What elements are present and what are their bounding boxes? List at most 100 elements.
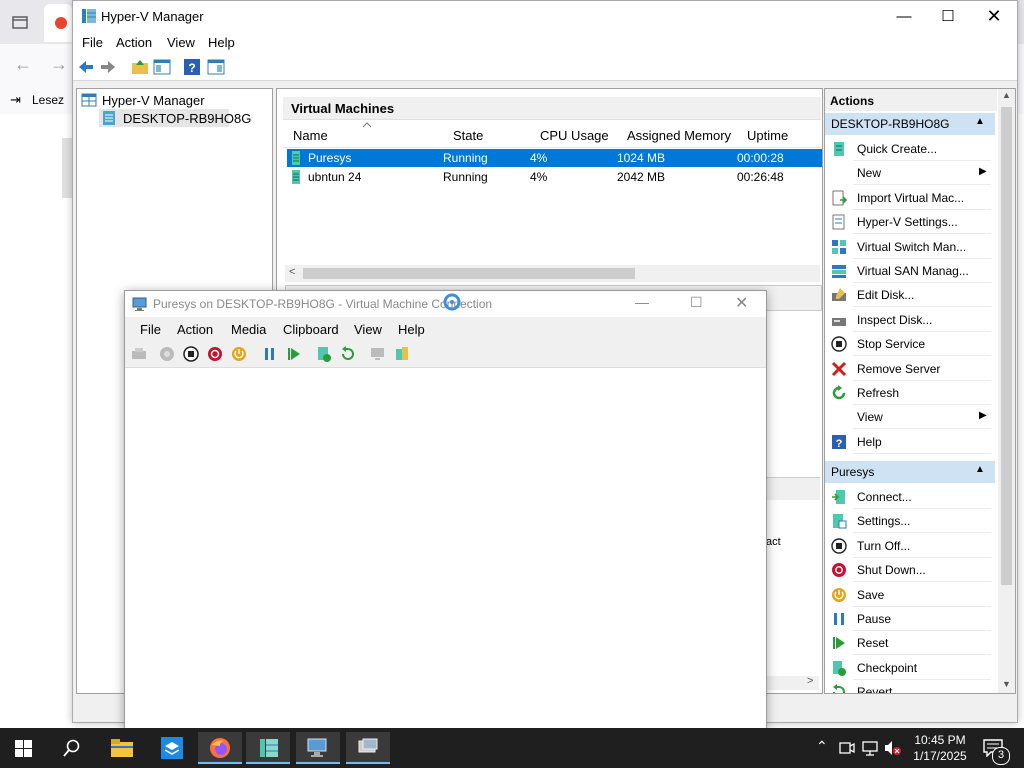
scroll-down-icon[interactable]: ▼ [1002,679,1011,689]
action-separator [853,556,991,558]
clock-date[interactable]: 1/17/2025 [910,749,970,763]
forward-arrow-icon[interactable]: → [50,54,68,75]
action-remove-server[interactable]: Remove Server [829,358,991,381]
action-checkpoint[interactable]: Checkpoint [829,657,991,680]
action-settings[interactable]: Settings... [829,510,991,534]
start-icon[interactable] [158,345,176,363]
table-row-ubntun[interactable]: ubntun 24 Running 4% 2042 MB 00:26:48 [287,168,822,186]
save-state-icon[interactable] [230,345,248,363]
turn-off-icon[interactable] [182,345,200,363]
back-arrow-icon[interactable]: ← [14,54,32,75]
action-revert[interactable]: Revert... [829,681,989,693]
checkpoint-icon[interactable] [315,345,333,363]
pause-icon[interactable] [261,345,279,363]
network-icon[interactable] [862,740,878,756]
menu-file[interactable]: File [82,35,103,50]
column-header-state[interactable]: State [453,128,483,143]
shut-down-icon[interactable] [206,345,224,363]
action-inspect-disk[interactable]: Inspect Disk... [829,309,991,332]
ctrl-alt-del-icon[interactable] [130,345,148,363]
table-row-puresys[interactable]: Puresys Running 4% 1024 MB 00:00:28 [287,149,822,167]
action-virtual-switch-man[interactable]: Virtual Switch Man... [829,236,991,259]
collapse-icon[interactable]: ▲ [975,464,985,475]
vmc-menu-view[interactable]: View [354,322,382,337]
vmc-menu-help[interactable]: Help [398,322,425,337]
action-reset[interactable]: Reset [829,632,991,656]
san-icon [832,265,846,278]
tab-overview-icon[interactable] [12,14,28,30]
enhanced-session-icon[interactable] [369,345,387,363]
scroll-left-icon[interactable]: < [289,266,295,278]
actions-scrollbar[interactable]: ▲ ▼ [998,89,1015,693]
taskbar-hyperv-manager[interactable] [246,732,290,764]
action-edit-disk[interactable]: Edit Disk... [829,284,991,308]
details-scrollbar[interactable]: > [763,675,819,690]
action-hyper-v-settings[interactable]: Hyper-V Settings... [829,211,991,235]
bookmark-reading-list[interactable]: Lesez [32,93,64,107]
action-help[interactable]: ? Help [829,431,991,454]
up-folder-icon[interactable] [131,58,149,76]
windows-start-icon[interactable] [15,740,32,757]
back-icon[interactable] [77,58,95,76]
vmc-minimize-button[interactable]: — [635,294,649,310]
taskbar-app-box[interactable] [150,732,194,764]
taskbar-vm-connection-2[interactable] [346,732,390,764]
scroll-right-icon[interactable]: > [807,675,813,687]
horizontal-scrollbar[interactable]: < [285,265,820,282]
actions-section-server[interactable]: DESKTOP-RB9HO8G ▲ [825,113,995,135]
vm-screen[interactable] [125,368,766,729]
action-shut-down[interactable]: Shut Down... [829,559,991,583]
share-icon[interactable] [393,345,411,363]
meet-now-icon[interactable] [839,740,855,756]
minimize-button[interactable]: — [881,1,927,32]
vmc-menu-media[interactable]: Media [231,322,266,337]
column-header-uptime[interactable]: Uptime [747,128,788,143]
column-header-cpu[interactable]: CPU Usage [540,128,609,143]
action-save[interactable]: Save [829,584,991,607]
vmc-maximize-button[interactable]: ☐ [690,294,703,311]
show-hidden-icons-icon[interactable]: ⌃ [816,738,828,755]
menu-view[interactable]: View [167,35,195,50]
tree-node-server[interactable]: DESKTOP-RB9HO8G [99,109,251,127]
menu-help[interactable]: Help [208,35,235,50]
close-button[interactable]: ✕ [971,1,1017,32]
collapse-icon[interactable]: ▲ [975,116,985,127]
taskbar-firefox[interactable] [198,732,242,764]
action-connect[interactable]: Connect... [829,486,991,509]
action-import-virtual-mac[interactable]: Import Virtual Mac... [829,187,991,210]
scroll-up-icon[interactable]: ▲ [1002,90,1011,100]
scrollbar-thumb[interactable] [303,268,635,279]
forward-icon[interactable] [99,58,117,76]
column-header-name[interactable]: Name [293,128,328,143]
vmc-close-button[interactable]: ✕ [735,293,748,313]
vmc-menu-clipboard[interactable]: Clipboard [283,322,339,337]
action-refresh[interactable]: Refresh [829,382,991,405]
action-pause[interactable]: Pause [829,608,991,631]
menu-action[interactable]: Action [116,35,152,50]
help-toolbar-icon[interactable]: ? [183,58,201,76]
action-stop-service[interactable]: Stop Service [829,333,991,357]
show-hide-console-tree-icon[interactable] [153,58,171,76]
taskbar-vm-connection[interactable] [296,732,340,764]
revert-icon[interactable] [339,345,357,363]
taskbar-file-explorer[interactable] [100,732,144,764]
action-separator [853,452,991,454]
scrollbar-thumb[interactable] [1001,107,1012,585]
vmc-menu-action[interactable]: Action [177,322,213,337]
action-virtual-san-manag[interactable]: Virtual SAN Manag... [829,260,991,283]
reset-icon[interactable] [285,345,303,363]
show-hide-action-pane-icon[interactable] [207,58,225,76]
maximize-button[interactable]: ☐ [925,1,971,32]
action-quick-create[interactable]: Quick Create... [829,138,991,161]
browser-tab[interactable] [44,4,72,42]
hyperv-taskbar-icon [260,739,278,757]
vmc-menu-file[interactable]: File [140,322,161,337]
clock-time[interactable]: 10:45 PM [913,733,967,747]
search-icon[interactable] [63,739,81,757]
actions-section-vm[interactable]: Puresys ▲ [825,461,995,483]
volume-muted-icon[interactable] [884,740,902,756]
action-turn-off[interactable]: Turn Off... [829,535,991,558]
action-view[interactable]: View ▶ [829,406,991,430]
action-new[interactable]: New ▶ [829,162,991,186]
column-header-memory[interactable]: Assigned Memory [627,128,731,143]
